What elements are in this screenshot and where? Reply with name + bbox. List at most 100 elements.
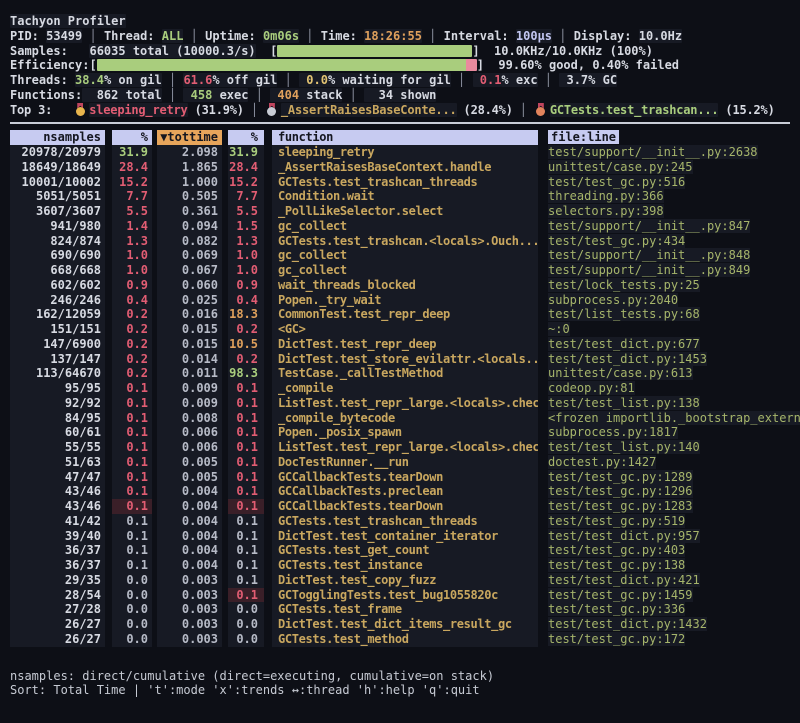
time-value: 18:26:55 [364,29,422,43]
pid-value: 53499 [46,29,82,43]
col-header-label: % [112,130,152,145]
col-header-direct-pct[interactable]: % [105,130,152,145]
tottime-cell: 0.069 [152,248,222,263]
file-line-cell-value: unittest/case.py:613 [548,366,693,380]
direct-pct-cell-value: 0.2 [112,307,152,322]
direct-pct-cell: 0.9 [105,278,152,293]
cumulative-pct-cell-value: 0.4 [228,293,264,308]
function-cell-value: DictTest.test_copy_fuzz [272,573,538,588]
function-table: 20978/2097931.92.09831.9sleeping_retryte… [10,145,800,647]
uptime-value: 0m06s [263,29,299,43]
direct-pct-cell-value: 1.0 [112,263,152,278]
text-segment: % exc [501,73,537,87]
file-line-cell: test/test_gc.py:138 [538,558,800,573]
nsamples-cell: 28/54 [10,588,105,603]
cumulative-pct-cell: 0.1 [222,455,264,470]
text-segment [52,103,73,117]
nsamples-cell-value: 3607/3607 [10,204,105,219]
direct-pct-cell-value: 0.1 [112,543,152,558]
direct-pct-cell-value: 0.0 [112,602,152,617]
function-cell: GCTests.test_trashcan_threads [264,175,538,190]
col-header-function[interactable]: function [264,130,538,145]
col-header-nsamples[interactable]: nsamples [10,130,105,145]
function-cell: ListTest.test_repr_large.<locals>.check [264,396,538,411]
cumulative-pct-cell-value: 0.1 [228,440,264,455]
direct-pct-cell: 1.4 [105,219,152,234]
tottime-cell: 0.003 [152,588,222,603]
table-row: 39/400.10.0040.1DictTest.test_container_… [10,529,800,544]
direct-pct-cell-value: 1.3 [112,234,152,249]
nsamples-cell-value: 95/95 [10,381,105,396]
text-segment: Samples: [10,44,68,58]
file-line-cell: unittest/case.py:245 [538,160,800,175]
function-cell-value: GCCallbackTests.preclean [272,484,538,499]
table-row: 690/6901.00.0691.0gc_collecttest/support… [10,248,800,263]
direct-pct-cell-value: 0.1 [112,411,152,426]
tottime-cell: 2.098 [152,145,222,160]
cumulative-pct-cell: 98.3 [222,366,264,381]
nsamples-cell-value: 162/12059 [10,307,105,322]
nsamples-cell-value: 60/61 [10,425,105,440]
text-segment [97,29,104,43]
nsamples-cell: 41/42 [10,514,105,529]
file-line-cell: test/test_dict.py:677 [538,337,800,352]
direct-pct-cell-value: 0.4 [112,293,152,308]
direct-pct-cell-value: 0.2 [112,352,152,367]
col-header-cumulative-pct[interactable]: % [222,130,264,145]
samples-rate: 10.0KHz/10.0KHz (100%) [494,44,653,58]
text-segment: Efficiency: [10,58,89,72]
col-header-tottime[interactable]: ▼tottime [152,130,222,145]
nsamples-cell: 113/64670 [10,366,105,381]
tottime-cell-value: 0.004 [157,499,222,514]
text-segment [566,29,573,43]
text-segment: Display: [574,29,639,43]
file-line-cell: test/test_gc.py:519 [538,514,800,529]
text-segment: │ [256,88,263,102]
table-separator [10,122,790,124]
function-cell-value: _compile [272,381,538,396]
function-cell: GCTests.test_trashcan_threads [264,514,538,529]
bronze-medal-icon [534,103,548,116]
function-cell-value: sleeping_retry [272,145,538,160]
tottime-cell-value: 0.009 [157,381,222,396]
top3-name: GCTests.test_trashcan... [550,103,719,117]
text-segment: shown [393,88,436,102]
file-line-cell-value: test/test_gc.py:336 [548,602,685,616]
col-header-file-line[interactable]: file:line [538,130,800,145]
direct-pct-cell-value: 0.1 [112,470,152,485]
text-segment: total [118,88,161,102]
tottime-cell: 0.003 [152,573,222,588]
nsamples-cell: 602/602 [10,278,105,293]
function-cell: GCCallbackTests.preclean [264,484,538,499]
tottime-cell: 0.082 [152,234,222,249]
function-cell-value: gc_collect [272,263,538,278]
direct-pct-cell-value: 1.0 [112,248,152,263]
top3-pct: (15.2%) [718,103,774,117]
cumulative-pct-cell: 0.4 [222,293,264,308]
nsamples-cell-value: 26/27 [10,617,105,632]
table-row: 18649/1864928.41.86528.4_AssertRaisesBas… [10,160,800,175]
cumulative-pct-cell: 0.1 [222,573,264,588]
nsamples-cell: 29/35 [10,573,105,588]
nsamples-cell-value: 668/668 [10,263,105,278]
cumulative-pct-cell: 5.5 [222,204,264,219]
table-row: 28/540.00.0030.1GCTogglingTests.test_bug… [10,588,800,603]
text-segment: │ [545,73,552,87]
cumulative-pct-cell-value: 0.1 [228,411,264,426]
file-line-cell: test/support/__init__.py:847 [538,219,800,234]
direct-pct-cell-value: 0.1 [112,396,152,411]
direct-pct-cell: 0.2 [105,322,152,337]
tottime-cell: 0.004 [152,543,222,558]
cumulative-pct-cell-value: 98.3 [228,366,264,381]
table-row: 113/646700.20.01198.3TestCase._callTestM… [10,366,800,381]
cumulative-pct-cell-value: 1.0 [228,248,264,263]
function-cell-value: GCTests.test_method [272,632,538,647]
file-line-cell-value: test/lock_tests.py:25 [548,278,700,292]
file-line-cell: subprocess.py:1817 [538,425,800,440]
direct-pct-cell: 0.2 [105,352,152,367]
thread-value: ALL [162,29,184,43]
table-row: 3607/36075.50.3615.5_PollLikeSelector.se… [10,204,800,219]
file-line-cell-value: codeop.py:81 [548,381,635,395]
nsamples-cell-value: 113/64670 [10,366,105,381]
cumulative-pct-cell: 0.1 [222,440,264,455]
